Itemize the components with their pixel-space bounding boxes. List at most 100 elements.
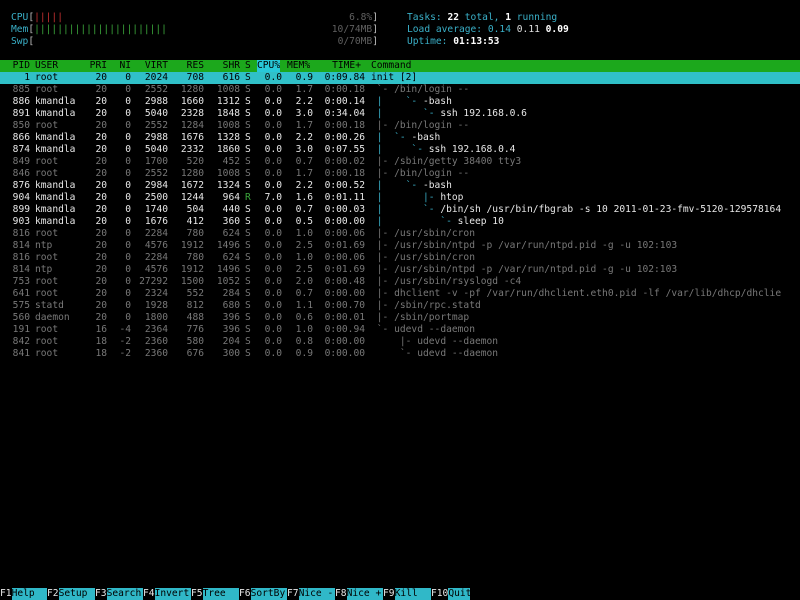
process-row[interactable]: 641 root 20 0 2324 552 284 S 0.0 0.7 0:00.00 |- dh…: [0, 288, 800, 300]
process-ni: 0: [125, 108, 131, 119]
function-key-bar: F1Help F2Setup F3Search F4Invert F5Tree F6Sor…: [0, 588, 800, 600]
process-cpu: 0.0: [264, 180, 282, 191]
function-key-f6[interactable]: F6SortBy: [239, 588, 287, 600]
process-row[interactable]: 886 kmandla 20 0 2988 1660 1312 S 0.0 2.2 0:00.14 …: [0, 96, 800, 108]
function-key-f8[interactable]: F8Nice +: [335, 588, 383, 600]
process-mem: 0.7: [295, 156, 313, 167]
process-tree-branch: `-: [371, 324, 395, 335]
process-row[interactable]: 903 kmandla 20 0 1676 412 360 S 0.0 0.5 0:00.00 | …: [0, 216, 800, 228]
process-tree-branch: |-: [371, 300, 395, 311]
column-time[interactable]: TIME+: [332, 60, 361, 72]
process-user: root: [35, 252, 59, 263]
process-user: root: [35, 276, 59, 287]
process-pid: 885: [12, 84, 30, 95]
column-command[interactable]: Command: [371, 60, 411, 72]
column-pid[interactable]: PID: [13, 60, 30, 72]
process-pid: 842: [12, 336, 30, 347]
load-15min: 0.09: [545, 24, 569, 35]
process-command: dhclient -v -pf /var/run/dhclient.eth0.p…: [394, 288, 782, 299]
mem-meter: Mem[||||||||||||||||||||||| 10/74MB]: [11, 24, 378, 35]
column-ni[interactable]: NI: [119, 60, 131, 72]
column-shr[interactable]: SHR: [223, 60, 240, 72]
function-key-f5[interactable]: F5Tree: [191, 588, 239, 600]
function-key-f7[interactable]: F7Nice -: [287, 588, 335, 600]
column-res[interactable]: RES: [187, 60, 204, 72]
process-command: ssh 192.168.0.4: [428, 144, 516, 155]
process-cpu: 0.0: [264, 216, 282, 227]
process-command: /usr/sbin/cron: [394, 228, 475, 239]
process-time: 0:00.00: [324, 336, 365, 347]
process-ni: 0: [125, 288, 131, 299]
function-key-f4[interactable]: F4Invert: [143, 588, 191, 600]
process-row[interactable]: 816 root 20 0 2284 780 624 S 0.0 1.0 0:00.06 |- /u…: [0, 252, 800, 264]
process-row[interactable]: 842 root 18 -2 2360 580 204 S 0.0 0.8 0:00.00 |- u…: [0, 336, 800, 348]
function-key-code: F5: [191, 588, 203, 599]
process-row[interactable]: 850 root 20 0 2552 1284 1008 S 0.0 1.7 0:00.18 |- …: [0, 120, 800, 132]
process-row[interactable]: 191 root 16 -4 2364 776 396 S 0.0 1.0 0:00.94 `- u…: [0, 324, 800, 336]
function-key-f2[interactable]: F2Setup: [47, 588, 95, 600]
process-row[interactable]: 874 kmandla 20 0 5040 2332 1860 S 0.0 3.0 0:07.55 …: [0, 144, 800, 156]
process-user: ntp: [35, 264, 53, 275]
process-s: S: [245, 240, 251, 251]
process-time: 0:00.02: [324, 156, 365, 167]
process-row[interactable]: 841 root 18 -2 2360 676 300 S 0.0 0.9 0:00.00 `- u…: [0, 348, 800, 360]
process-res: 812: [186, 300, 204, 311]
column-pri[interactable]: PRI: [90, 60, 107, 72]
process-pri: 20: [95, 276, 107, 287]
column-state[interactable]: S: [245, 60, 251, 72]
process-row[interactable]: 891 kmandla 20 0 5040 2328 1848 S 0.0 3.0 0:34.04 …: [0, 108, 800, 120]
process-shr: 284: [222, 288, 240, 299]
column-virt[interactable]: VIRT: [145, 60, 168, 72]
process-mem: 1.7: [295, 168, 313, 179]
process-tree-branch: | `-: [371, 180, 423, 191]
tasks-label: Tasks:: [407, 12, 442, 23]
process-cpu: 0.0: [264, 312, 282, 323]
process-s: S: [245, 324, 251, 335]
process-res: 780: [186, 252, 204, 263]
function-key-label: Tree: [202, 588, 239, 600]
process-row[interactable]: 1 root 20 0 2024 708 616 S 0.0 0.9 0:09.84 init [2]: [0, 72, 800, 84]
process-user: kmandla: [35, 108, 76, 119]
process-user: daemon: [35, 312, 70, 323]
process-cpu: 0.0: [264, 336, 282, 347]
process-row[interactable]: 814 ntp 20 0 4576 1912 1496 S 0.0 2.5 0:01.69 |- /…: [0, 240, 800, 252]
process-s: S: [245, 216, 251, 227]
process-mem: 0.9: [295, 348, 313, 359]
column-mem[interactable]: MEM%: [287, 60, 310, 72]
process-user: root: [35, 84, 59, 95]
process-row[interactable]: 560 daemon 20 0 1800 488 396 S 0.0 0.6 0:00.01 |- …: [0, 312, 800, 324]
process-ni: 0: [125, 192, 131, 203]
tasks-total-word: total,: [464, 12, 500, 23]
column-cpu[interactable]: CPU%: [257, 60, 281, 72]
process-cpu: 0.0: [264, 144, 282, 155]
process-row[interactable]: 866 kmandla 20 0 2988 1676 1328 S 0.0 2.2 0:00.26 …: [0, 132, 800, 144]
process-virt: 2552: [144, 168, 168, 179]
function-key-f1[interactable]: F1Help: [0, 588, 47, 600]
process-res: 520: [186, 156, 204, 167]
process-row[interactable]: 876 kmandla 20 0 2984 1672 1324 S 0.0 2.2 0:00.52 …: [0, 180, 800, 192]
process-row[interactable]: 846 root 20 0 2552 1280 1008 S 0.0 1.7 0:00.18 |- …: [0, 168, 800, 180]
process-cpu: 0.0: [264, 300, 282, 311]
process-row[interactable]: 849 root 20 0 1700 520 452 S 0.0 0.7 0:00.02 |- /s…: [0, 156, 800, 168]
function-key-f3[interactable]: F3Search: [95, 588, 143, 600]
process-pri: 20: [95, 132, 107, 143]
process-cpu: 0.0: [264, 324, 282, 335]
process-ni: -2: [119, 336, 131, 347]
process-row[interactable]: 814 ntp 20 0 4576 1912 1496 S 0.0 2.5 0:01.69 |- /…: [0, 264, 800, 276]
process-row[interactable]: 575 statd 20 0 1928 812 680 S 0.0 1.1 0:00.70 |- /…: [0, 300, 800, 312]
process-pri: 20: [95, 240, 107, 251]
process-row[interactable]: 899 kmandla 20 0 1740 504 440 S 0.0 0.7 0:00.03 | …: [0, 204, 800, 216]
process-row[interactable]: 904 kmandla 20 0 2500 1244 964 R 7.0 1.6 0:01.11 |…: [0, 192, 800, 204]
process-pri: 20: [95, 120, 107, 131]
process-row[interactable]: 816 root 20 0 2284 780 624 S 0.0 1.0 0:00.06 |- /u…: [0, 228, 800, 240]
process-s: S: [245, 144, 251, 155]
process-row[interactable]: 753 root 20 0 27292 1500 1052 S 0.0 2.0 0:00.48 |-…: [0, 276, 800, 288]
process-cpu: 0.0: [264, 264, 282, 275]
process-s: S: [245, 108, 251, 119]
process-command: /sbin/portmap: [394, 312, 470, 323]
process-row[interactable]: 885 root 20 0 2552 1280 1008 S 0.0 1.7 0:00.18 `- …: [0, 84, 800, 96]
function-key-f10[interactable]: F10Quit: [431, 588, 471, 600]
column-user[interactable]: USER: [35, 60, 58, 72]
process-res: 2328: [180, 108, 204, 119]
function-key-f9[interactable]: F9Kill: [383, 588, 431, 600]
